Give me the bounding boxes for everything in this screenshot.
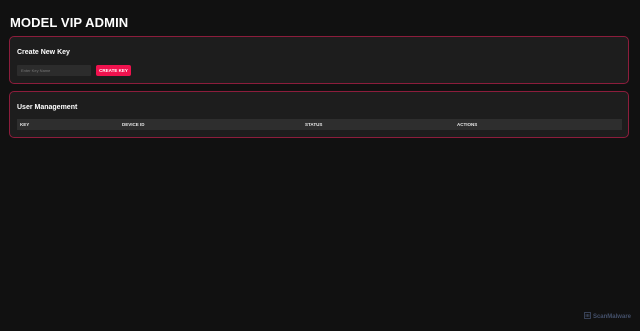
create-key-card: Create New Key CREATE KEY xyxy=(9,36,629,84)
key-name-input[interactable] xyxy=(17,65,91,76)
create-key-heading: Create New Key xyxy=(17,49,70,56)
users-table-header: KEY DEVICE ID STATUS ACTIONS xyxy=(17,119,622,130)
column-header-device-id: DEVICE ID xyxy=(122,122,145,127)
column-header-actions: ACTIONS xyxy=(457,122,478,127)
watermark-text: ScanMalware xyxy=(592,313,631,320)
column-header-key: KEY xyxy=(20,122,30,127)
column-header-status: STATUS xyxy=(305,122,323,127)
user-management-heading: User Management xyxy=(17,104,78,111)
admin-page: MODEL VIP ADMIN Create New Key CREATE KE… xyxy=(0,0,640,331)
user-management-card: User Management KEY DEVICE ID STATUS ACT… xyxy=(9,91,629,138)
page-title: MODEL VIP ADMIN xyxy=(10,15,129,30)
scanmalware-watermark: ScanMalware xyxy=(583,311,631,321)
create-key-button[interactable]: CREATE KEY xyxy=(96,65,131,76)
scanmalware-logo-icon xyxy=(583,311,593,321)
